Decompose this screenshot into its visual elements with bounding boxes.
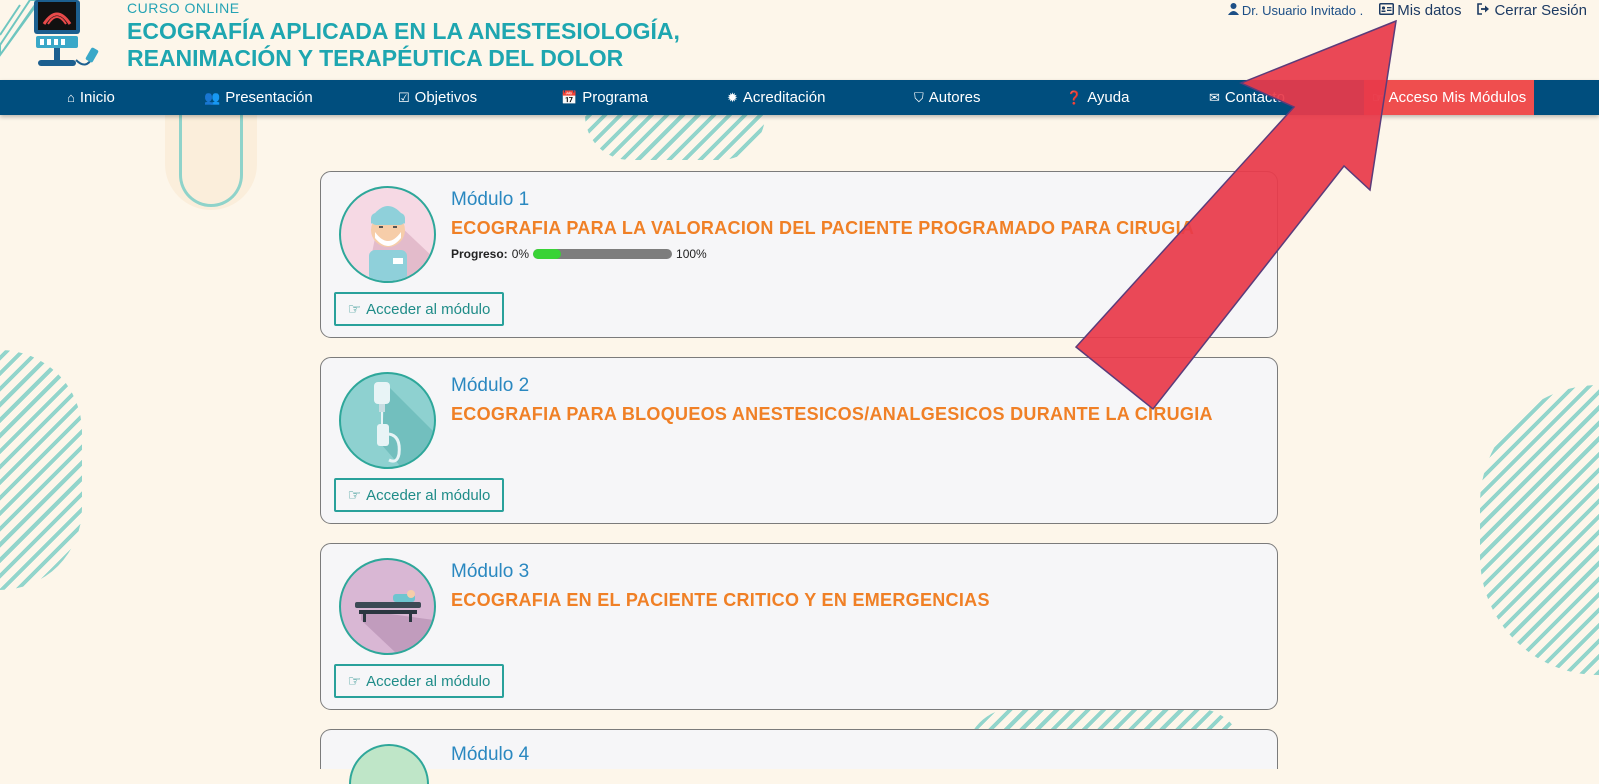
my-data-label: Mis datos (1397, 2, 1462, 19)
course-title-line1: ECOGRAFÍA APLICADA EN LA ANESTESIOLOGÍA, (127, 18, 680, 44)
stripes-decoration-top (585, 115, 765, 160)
module-1-access-button[interactable]: ☞ Acceder al módulo (334, 292, 504, 326)
module-4-avatar (349, 744, 429, 784)
course-type-label: CURSO ONLINE (127, 0, 240, 16)
logout-link[interactable]: Cerrar Sesión (1477, 2, 1587, 19)
user-bar: Dr. Usuario Invitado . Mis datos Cerrar … (1227, 2, 1587, 19)
surgeon-icon (369, 206, 434, 281)
access-button-label: Acceder al módulo (366, 672, 491, 690)
module-1-avatar (339, 186, 436, 283)
logout-label: Cerrar Sesión (1494, 2, 1587, 19)
module-1-label: Módulo 1 (451, 189, 530, 210)
hand-pointer-icon: ☞ (1372, 90, 1384, 105)
nav-item-inicio[interactable]: ⌂ Inicio (67, 80, 115, 115)
home-icon: ⌂ (67, 90, 75, 105)
course-title-line2: REANIMACIÓN Y TERAPÉUTICA DEL DOLOR (127, 45, 624, 71)
module-1-title: ECOGRAFIA PARA LA VALORACION DEL PACIENT… (451, 218, 1195, 238)
calendar-check-icon: 📅 (561, 90, 578, 105)
access-button-label: Acceder al módulo (366, 300, 491, 318)
stripes-decoration-left (0, 350, 82, 590)
nav-item-acceso-mis-modulos[interactable]: ☞ Acceso Mis Módulos (1364, 80, 1535, 115)
user-name: Dr. Usuario Invitado . (1241, 3, 1364, 18)
module-3-label: Módulo 3 (451, 561, 530, 582)
module-3-title: ECOGRAFIA EN EL PACIENTE CRITICO Y EN EM… (451, 590, 990, 610)
module-4-label: Módulo 4 (451, 744, 530, 765)
id-card-icon (1379, 2, 1395, 19)
hand-pointer-icon: ☞ (347, 487, 362, 504)
check-square-icon: ☑ (398, 90, 410, 105)
badge-icon: ✹ (727, 90, 738, 105)
nav-item-contacto[interactable]: ✉ Contacto (1209, 80, 1285, 115)
iv-drip-icon (374, 382, 434, 467)
nav-item-autores[interactable]: ⛉ Autores (914, 80, 980, 115)
ultrasound-logo-icon (0, 0, 99, 66)
module-3-avatar (339, 558, 436, 655)
progress-bar-fill (533, 249, 561, 259)
module-card-1: Módulo 1 ECOGRAFIA PARA LA VALORACION DE… (320, 171, 1278, 338)
nav-label: Programa (582, 89, 649, 106)
access-button-label: Acceder al módulo (366, 486, 491, 504)
module-2-title: ECOGRAFIA PARA BLOQUEOS ANESTESICOS/ANAL… (451, 404, 1213, 424)
hand-pointer-icon: ☞ (347, 301, 362, 318)
nav-item-programa[interactable]: 📅 Programa (561, 80, 648, 115)
sign-out-icon (1477, 2, 1491, 19)
nav-item-ayuda[interactable]: ❓ Ayuda (1066, 80, 1129, 115)
nav-item-objetivos[interactable]: ☑ Objetivos (398, 80, 477, 115)
nav-item-acreditacion[interactable]: ✹ Acreditación (727, 80, 825, 115)
module-card-2: Módulo 2 ECOGRAFIA PARA BLOQUEOS ANESTES… (320, 357, 1278, 524)
progress-min: 0% (511, 247, 530, 261)
module-1-progress: Progreso: 0% 100% (451, 247, 707, 261)
module-2-avatar (339, 372, 436, 469)
users-icon: 👥 (204, 90, 221, 105)
module-card-4: Módulo 4 (320, 729, 1278, 784)
envelope-icon: ✉ (1209, 90, 1220, 105)
nav-label: Contacto (1224, 89, 1285, 106)
nav-item-presentacion[interactable]: 👥 Presentación (204, 80, 313, 115)
site-header: CURSO ONLINE ECOGRAFÍA APLICADA EN LA AN… (0, 0, 1599, 80)
nav-label: Presentación (225, 89, 313, 106)
module-2-label: Módulo 2 (451, 375, 530, 396)
module-3-access-button[interactable]: ☞ Acceder al módulo (334, 664, 504, 698)
main-nav: ⌂ Inicio 👥 Presentación ☑ Objetivos 📅 Progra… (0, 80, 1599, 115)
course-title: ECOGRAFÍA APLICADA EN LA ANESTESIOLOGÍA,… (127, 18, 680, 72)
stripes-decoration-right (1480, 385, 1599, 675)
stretcher-icon (355, 590, 434, 653)
shield-icon: ⛉ (914, 90, 924, 105)
user-name-link[interactable]: Dr. Usuario Invitado . (1227, 3, 1364, 18)
user-icon (1227, 3, 1239, 18)
nav-label: Ayuda (1087, 89, 1130, 106)
arch-decoration (165, 115, 257, 210)
nav-label: Acceso Mis Módulos (1388, 89, 1527, 106)
hand-pointer-icon: ☞ (347, 673, 362, 690)
question-icon: ❓ (1066, 90, 1083, 105)
progress-label: Progreso: (451, 247, 508, 261)
progress-max: 100% (676, 247, 707, 261)
module-card-3: Módulo 3 ECOGRAFIA EN EL PACIENTE CRITIC… (320, 543, 1278, 710)
nav-label: Objetivos (414, 89, 478, 106)
progress-bar (533, 249, 673, 259)
nav-label: Inicio (79, 89, 115, 106)
nav-label: Autores (928, 89, 981, 106)
module-2-access-button[interactable]: ☞ Acceder al módulo (334, 478, 504, 512)
my-data-link[interactable]: Mis datos (1379, 2, 1461, 19)
nav-label: Acreditación (742, 89, 826, 106)
